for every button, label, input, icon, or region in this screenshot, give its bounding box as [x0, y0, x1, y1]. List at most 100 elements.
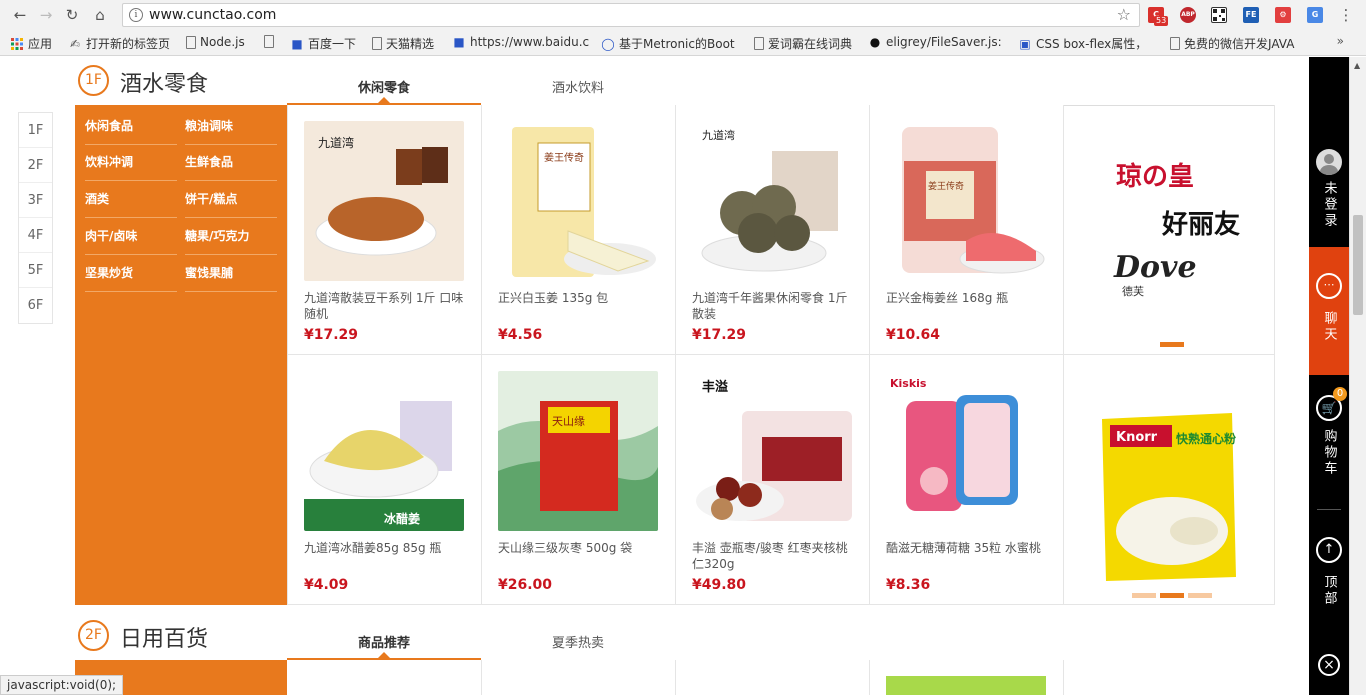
product-card[interactable]: 姜王传奇 正兴白玉姜 135g 包 ¥4.56 — [481, 105, 675, 355]
svg-text:姜王传奇: 姜王传奇 — [544, 151, 584, 164]
bookmark-nodejs[interactable]: Node.js — [186, 35, 245, 49]
bookmark-baidu[interactable]: ■ 百度一下 — [290, 35, 356, 52]
product-card[interactable]: 九道湾 九道湾散装豆干系列 1斤 口味随机 ¥17.29 — [287, 105, 481, 355]
bookmark-blank[interactable] — [264, 35, 274, 48]
floor-nav: 1F 2F 3F 4F 5F 6F — [18, 112, 53, 324]
category-link[interactable]: 坚果炒货 — [85, 264, 177, 292]
category-link[interactable]: 肉干/卤味 — [85, 227, 177, 255]
tab-drinks[interactable]: 酒水饮料 — [481, 77, 675, 96]
adblock-icon[interactable]: ABP — [1180, 7, 1196, 23]
floor-nav-5f[interactable]: 5F — [19, 253, 52, 288]
cart-count-badge: 0 — [1333, 387, 1347, 401]
product-card[interactable]: 丰溢 丰溢 壶瓶枣/骏枣 红枣夹核桃仁320g ¥49.80 — [675, 355, 869, 605]
address-bar[interactable]: i www.cunctao.com ☆ — [122, 3, 1140, 27]
product-name[interactable]: 正兴金梅姜丝 168g 瓶 — [886, 290, 1048, 306]
category-link[interactable]: 酒类 — [85, 190, 177, 218]
chat-button[interactable]: ⋯ 聊天 — [1309, 247, 1349, 375]
product-card[interactable] — [481, 660, 675, 695]
floor-nav-4f[interactable]: 4F — [19, 218, 52, 253]
bookmarks-more-icon[interactable]: » — [1337, 34, 1344, 48]
product-image[interactable]: Kiskis — [886, 371, 1046, 531]
product-card[interactable]: 天山缘 天山缘三级灰枣 500g 袋 ¥26.00 — [481, 355, 675, 605]
bookmark-metronic[interactable]: ◯ 基于Metronic的Boot — [601, 35, 734, 52]
product-card[interactable]: Kiskis 酷滋无糖薄荷糖 35粒 水蜜桃 ¥8.36 — [869, 355, 1063, 605]
apps-icon — [10, 37, 24, 51]
product-name[interactable]: 九道湾千年酱果休闲零食 1斤散装 — [692, 290, 854, 322]
product-image[interactable] — [886, 676, 1046, 695]
category-link[interactable]: 休闲食品 — [85, 117, 177, 145]
product-image[interactable]: 姜王传奇 — [498, 121, 658, 281]
bookmark-wechat-java[interactable]: 免费的微信开发JAVA — [1170, 35, 1294, 52]
bookmark-iciba[interactable]: 爱词霸在线词典 — [754, 35, 852, 52]
brand-logos[interactable]: 琼の皇 好丽友 Dove 德芙 — [1063, 105, 1275, 355]
menu-icon[interactable]: ⋮ — [1336, 5, 1356, 25]
reload-icon[interactable]: ↻ — [62, 5, 82, 25]
floor-nav-3f[interactable]: 3F — [19, 183, 52, 218]
login-button[interactable]: 未登录 — [1309, 149, 1349, 229]
category-link[interactable]: 粮油调味 — [185, 117, 277, 145]
browser-toolbar: ← → ↻ ⌂ i www.cunctao.com ☆ C 53 ABP FE … — [0, 0, 1366, 30]
product-name[interactable]: 天山缘三级灰枣 500g 袋 — [498, 540, 660, 556]
chat-icon: ⋯ — [1316, 273, 1342, 299]
floor-nav-2f[interactable]: 2F — [19, 148, 52, 183]
product-image[interactable]: 九道湾 — [692, 121, 852, 281]
category-link[interactable]: 蜜饯果脯 — [185, 264, 277, 292]
bookmark-star-icon[interactable]: ☆ — [1117, 5, 1131, 24]
floor-nav-1f[interactable]: 1F — [19, 113, 52, 148]
product-name[interactable]: 丰溢 壶瓶枣/骏枣 红枣夹核桃仁320g — [692, 540, 854, 572]
paw-icon: ■ — [291, 36, 303, 51]
product-image[interactable]: 冰醋姜 — [304, 371, 464, 531]
home-icon[interactable]: ⌂ — [90, 5, 110, 25]
floor-2-header: 2F 日用百货 商品推荐 夏季热卖 — [75, 612, 1275, 661]
extension-red-icon[interactable]: ⚙ — [1275, 7, 1291, 23]
translate-icon[interactable]: G — [1307, 7, 1323, 23]
tab-summer-hot[interactable]: 夏季热卖 — [481, 632, 675, 651]
bookmark-tmall[interactable]: 天猫精选 — [372, 35, 434, 52]
qrcode-icon[interactable] — [1211, 7, 1227, 23]
tab-snacks[interactable]: 休闲零食 — [287, 77, 481, 96]
product-image[interactable]: 天山缘 — [498, 371, 658, 531]
product-card[interactable] — [1063, 660, 1275, 695]
close-button[interactable]: × — [1309, 654, 1349, 676]
fe-extension-icon[interactable]: FE — [1243, 7, 1259, 23]
svg-text:冰醋姜: 冰醋姜 — [384, 511, 420, 526]
floor-nav-6f[interactable]: 6F — [19, 288, 52, 323]
bookmark-apps[interactable]: 应用 — [10, 35, 52, 52]
product-name[interactable]: 酷滋无糖薄荷糖 35粒 水蜜桃 — [886, 540, 1048, 556]
product-name[interactable]: 九道湾散装豆干系列 1斤 口味随机 — [304, 290, 466, 322]
right-toolbar: 未登录 ⋯ 聊天 🛒 0 购物车 ↑ 顶部 × — [1309, 57, 1349, 695]
product-name[interactable]: 九道湾冰醋姜85g 85g 瓶 — [304, 540, 466, 556]
bookmark-css-boxflex[interactable]: ▣ CSS box-flex属性， — [1018, 35, 1147, 52]
login-label: 未登录 — [1321, 181, 1337, 229]
svg-text:琼の皇: 琼の皇 — [1116, 162, 1194, 192]
product-card[interactable] — [869, 660, 1063, 695]
tab-recommended[interactable]: 商品推荐 — [287, 632, 481, 651]
bookmark-filesaver[interactable]: ● eligrey/FileSaver.js: — [868, 35, 1002, 49]
category-link[interactable]: 糖果/巧克力 — [185, 227, 277, 255]
product-image[interactable]: 丰溢 — [692, 371, 852, 531]
product-price: ¥17.29 — [304, 327, 359, 343]
category-link[interactable]: 饼干/糕点 — [185, 190, 277, 218]
product-card[interactable]: 九道湾 九道湾千年酱果休闲零食 1斤散装 ¥17.29 — [675, 105, 869, 355]
category-link[interactable]: 饮料冲调 — [85, 153, 177, 181]
scroll-thumb[interactable] — [1353, 215, 1363, 315]
info-icon[interactable]: i — [129, 8, 143, 22]
bookmarks-bar: 应用 ✍ 打开新的标签页 Node.js ■ 百度一下 天猫精选 ■ https… — [0, 30, 1366, 56]
cart-button[interactable]: 🛒 0 购物车 — [1309, 387, 1349, 477]
back-to-top-button[interactable]: ↑ 顶部 — [1309, 537, 1349, 607]
back-icon[interactable]: ← — [10, 5, 30, 25]
svg-text:天山缘: 天山缘 — [552, 415, 585, 428]
forward-icon[interactable]: → — [36, 5, 56, 25]
product-image[interactable]: 九道湾 — [304, 121, 464, 281]
category-link[interactable]: 生鲜食品 — [185, 153, 277, 181]
bookmark-new-tab[interactable]: ✍ 打开新的标签页 — [68, 35, 170, 52]
product-image[interactable]: 姜王传奇 — [886, 121, 1046, 281]
featured-product[interactable]: Knorr 快熟通心粉 — [1063, 355, 1275, 605]
product-name[interactable]: 正兴白玉姜 135g 包 — [498, 290, 660, 306]
product-card[interactable]: 姜王传奇 正兴金梅姜丝 168g 瓶 ¥10.64 — [869, 105, 1063, 355]
product-card[interactable] — [675, 660, 869, 695]
url-text[interactable]: www.cunctao.com — [149, 7, 276, 23]
bookmark-baidu-url[interactable]: ■ https://www.baidu.c — [452, 35, 589, 49]
product-card[interactable]: 冰醋姜 九道湾冰醋姜85g 85g 瓶 ¥4.09 — [287, 355, 481, 605]
scrollbar[interactable]: ▲ — [1349, 57, 1366, 695]
